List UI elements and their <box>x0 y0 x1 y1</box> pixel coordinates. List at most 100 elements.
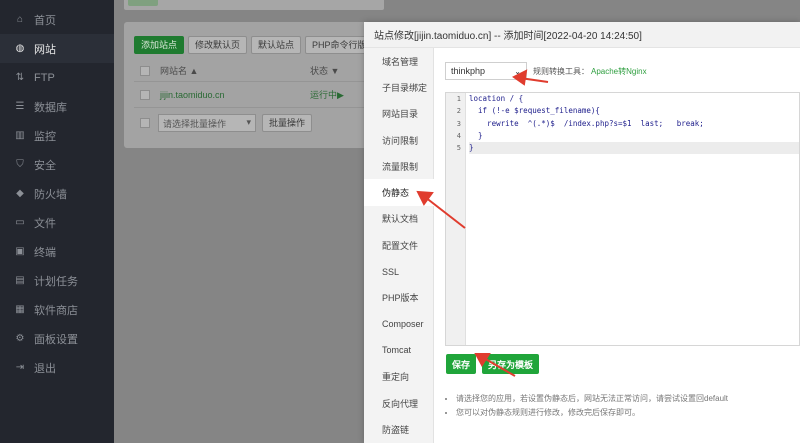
dialog-actions: 保存 另存为模板 <box>446 354 540 374</box>
dialog-tab[interactable]: 重定向 <box>364 364 433 390</box>
ftp-icon: ⇅ <box>15 72 25 83</box>
dialog-tab[interactable]: 子目录绑定 <box>364 74 433 100</box>
sidebar-item[interactable]: ⚙ 面板设置 <box>0 324 114 353</box>
bulk-action-button[interactable]: 批量操作 <box>262 114 313 132</box>
folder-icon: ▭ <box>15 217 25 228</box>
rewrite-panel: thinkphp ⌄ 规则转换工具： Apache转Nginx 1 2 3 4 … <box>434 48 800 443</box>
site-toolbar: 添加站点 修改默认页 默认站点 PHP命令行版本 <box>134 36 383 54</box>
code-lines[interactable]: location / { if (!-e $request_filename){… <box>469 93 799 155</box>
rewrite-tips: 请选择您的应用，若设置伪静态后，网站无法正常访问，请尝试设置回default 您… <box>456 392 786 420</box>
top-tab-active[interactable] <box>128 0 158 6</box>
bulk-action-select[interactable]: 请选择批量操作 ▾ <box>158 114 256 132</box>
sidebar-item[interactable]: ⇅ FTP <box>0 63 114 92</box>
bulk-actions: 请选择批量操作 ▾ 批量操作 <box>134 114 313 132</box>
dialog-tab[interactable]: 防盗链 <box>364 416 433 442</box>
sidebar-item-label: 监控 <box>34 130 56 143</box>
edit-default-page-button[interactable]: 修改默认页 <box>188 36 248 54</box>
line-number-gutter: 1 2 3 4 5 <box>446 93 466 345</box>
column-site-name[interactable]: 网站名 ▲ <box>160 64 310 77</box>
default-site-button[interactable]: 默认站点 <box>251 36 302 54</box>
sidebar-item-label: 软件商店 <box>34 304 78 317</box>
apache-to-nginx-link[interactable]: Apache转Nginx <box>591 66 647 77</box>
rewrite-template-value: thinkphp <box>451 66 486 76</box>
sidebar-item-label: 面板设置 <box>34 333 78 346</box>
save-button[interactable]: 保存 <box>446 354 477 374</box>
dialog-tab[interactable]: Composer <box>364 311 433 337</box>
sidebar-item[interactable]: ⛉ 安全 <box>0 150 114 179</box>
rule-convert-label: 规则转换工具： <box>533 66 589 76</box>
row-checkbox[interactable] <box>140 89 150 100</box>
shield-icon: ⛉ <box>16 159 24 170</box>
sidebar-item-label: 防火墙 <box>34 188 67 201</box>
apps-icon: ▦ <box>15 304 25 315</box>
code-line[interactable]: rewrite ^(.*)$ /index.php?s=$1 last; bre… <box>469 118 799 130</box>
sidebar-item-label: 退出 <box>34 362 56 375</box>
rewrite-template-select[interactable]: thinkphp ⌄ <box>445 62 527 80</box>
bulk-select-placeholder: 请选择批量操作 <box>163 119 227 129</box>
dialog-tab[interactable]: Tomcat <box>364 337 433 363</box>
dialog-tab[interactable]: SSL <box>364 258 433 284</box>
sidebar-item-label: 数据库 <box>34 101 67 114</box>
terminal-icon: ▣ <box>15 246 25 257</box>
code-line[interactable]: if (!-e $request_filename){ <box>469 105 799 117</box>
sidebar-item[interactable]: ☰ 数据库 <box>0 92 114 121</box>
chevron-down-icon: ▾ <box>246 117 251 127</box>
chevron-down-icon: ⌄ <box>514 66 521 76</box>
save-as-template-button[interactable]: 另存为模板 <box>482 354 540 374</box>
dialog-tab[interactable]: 配置文件 <box>364 232 433 258</box>
sidebar-item-label: 网站 <box>34 43 56 56</box>
code-line[interactable]: } <box>469 130 799 142</box>
line-number: 4 <box>456 131 461 140</box>
dialog-tab-list: 域名管理 子目录绑定 网站目录 访问限制 流量限制 伪静态 默认文档 配置文件 SSL PHP版本… <box>364 48 434 443</box>
dialog-title: 站点修改[jijin.taomiduo.cn] -- 添加时间[2022-04-… <box>364 22 800 48</box>
dialog-tab[interactable]: 默认文档 <box>364 206 433 232</box>
status-badge[interactable]: 运行中▶ <box>310 88 350 101</box>
home-icon: ⌂ <box>16 14 24 25</box>
logout-icon: ⇥ <box>15 362 25 373</box>
database-icon: ☰ <box>15 101 25 112</box>
rewrite-select-row: thinkphp ⌄ 规则转换工具： Apache转Nginx <box>445 62 647 80</box>
dialog-tab[interactable]: 伪静态 <box>364 179 434 206</box>
sidebar-item-label: 安全 <box>34 159 56 172</box>
dialog-tab[interactable]: 访问限制 <box>364 127 433 153</box>
sidebar-item-label: FTP <box>34 71 55 84</box>
gear-icon: ⚙ <box>15 333 25 344</box>
column-status[interactable]: 状态 ▼ <box>310 64 350 77</box>
sidebar: ⌂ 首页 ◍ 网站 ⇅ FTP ☰ 数据库 ▥ 监控 ⛉ 安全 ◆ 防火墙 ▭ 文件 ▣ 终端 ▤ 计划任务 ▦ 软件商店… <box>0 0 114 443</box>
sidebar-item[interactable]: ▦ 软件商店 <box>0 295 114 324</box>
sidebar-item[interactable]: ▤ 计划任务 <box>0 266 114 295</box>
dialog-tab[interactable]: 反向代理 <box>364 390 433 416</box>
sidebar-item-label: 终端 <box>34 246 56 259</box>
sidebar-item[interactable]: ▣ 终端 <box>0 237 114 266</box>
dialog-tab[interactable]: 流量限制 <box>364 153 433 179</box>
sidebar-item[interactable]: ⇥ 退出 <box>0 353 114 382</box>
rewrite-code-editor[interactable]: 1 2 3 4 5 location / { if (!-e $request_… <box>445 92 800 346</box>
select-all-checkbox[interactable] <box>140 65 150 76</box>
tip-item: 请选择您的应用，若设置伪静态后，网站无法正常访问，请尝试设置回default <box>456 392 786 406</box>
dialog-tab[interactable]: PHP版本 <box>364 285 433 311</box>
calendar-icon: ▤ <box>15 275 25 286</box>
firewall-icon: ◆ <box>16 188 24 199</box>
bulk-checkbox[interactable] <box>140 118 150 128</box>
code-line[interactable]: location / { <box>469 93 799 105</box>
site-name-link[interactable]: jijin.taomiduo.cn <box>160 90 310 100</box>
line-number: 1 <box>456 95 461 103</box>
top-tab-strip <box>124 0 384 10</box>
line-number: 5 <box>456 144 461 153</box>
sidebar-item-label: 文件 <box>34 217 56 230</box>
sidebar-item[interactable]: ◍ 网站 <box>0 34 114 63</box>
add-site-button[interactable]: 添加站点 <box>134 36 185 54</box>
line-number: 3 <box>456 119 461 128</box>
sidebar-item[interactable]: ▭ 文件 <box>0 208 114 237</box>
sidebar-item-label: 首页 <box>34 14 56 27</box>
globe-icon: ◍ <box>15 43 25 54</box>
line-number: 2 <box>456 107 461 116</box>
dialog-tab[interactable]: 域名管理 <box>364 48 433 74</box>
sidebar-nav: ⌂ 首页 ◍ 网站 ⇅ FTP ☰ 数据库 ▥ 监控 ⛉ 安全 ◆ 防火墙 ▭ 文件 ▣ 终端 ▤ 计划任务 ▦ 软件商店… <box>0 5 114 382</box>
dialog-tab[interactable]: 网站目录 <box>364 101 433 127</box>
sidebar-item[interactable]: ▥ 监控 <box>0 121 114 150</box>
code-line[interactable]: } <box>469 142 799 155</box>
sidebar-item[interactable]: ◆ 防火墙 <box>0 179 114 208</box>
sidebar-item[interactable]: ⌂ 首页 <box>0 5 114 34</box>
monitor-icon: ▥ <box>15 130 25 141</box>
